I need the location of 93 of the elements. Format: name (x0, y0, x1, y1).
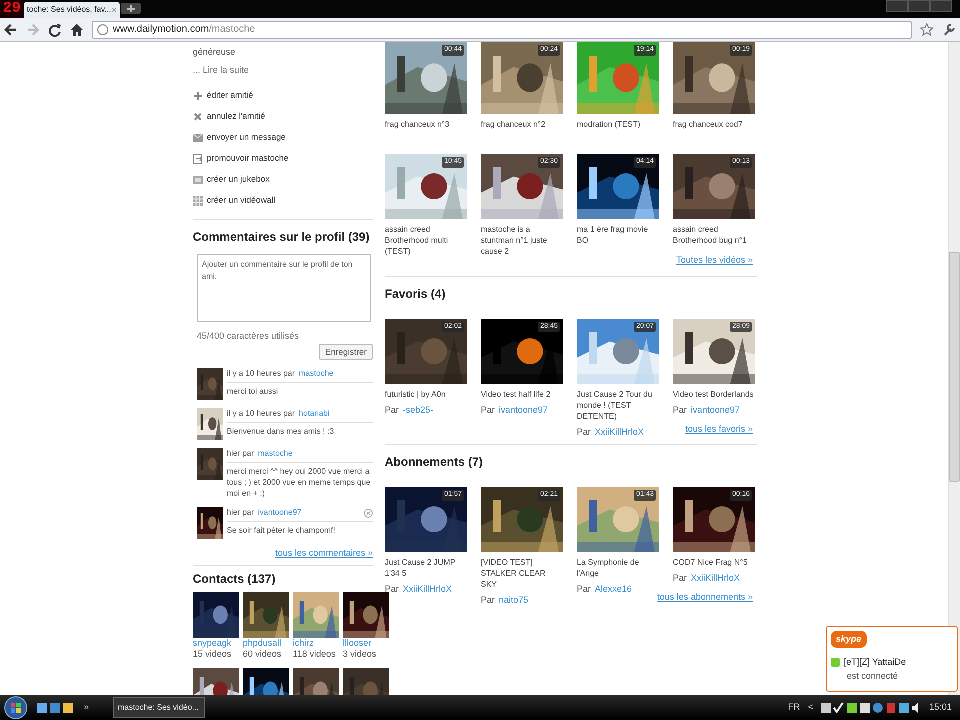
taskbar-button[interactable]: mastoche: Ses vidéo... (113, 697, 206, 718)
author-link[interactable]: hotanabi (299, 408, 330, 420)
video-title[interactable]: frag chanceux n°3 (385, 119, 467, 130)
envelope-icon (193, 132, 203, 142)
by-label: Par (577, 583, 592, 596)
comment-time: il y a 10 heures par (227, 368, 296, 380)
video-title[interactable]: [VIDEO TEST] STALKER CLEAR SKY (481, 557, 563, 590)
by-label: Par (385, 404, 400, 416)
by-label: Par (673, 404, 688, 416)
by-label: Par (481, 404, 496, 416)
video-title[interactable]: ma 1 ère frag movie BO (577, 224, 659, 246)
video-title[interactable]: futuristic | by A0n (385, 388, 467, 400)
wrench-icon[interactable] (942, 22, 956, 36)
save-button[interactable]: Enregistrer (319, 344, 373, 360)
author-link[interactable]: -seb25- (403, 404, 434, 417)
scrollbar[interactable] (948, 42, 960, 695)
action-link[interactable]: créer un vidéowall (207, 194, 276, 207)
language-indicator[interactable]: FR (788, 700, 800, 714)
new-tab-button[interactable] (120, 0, 142, 14)
back-icon[interactable] (4, 22, 18, 36)
video-count: 118 videos (293, 649, 337, 660)
overflow-chevron[interactable]: » (84, 700, 90, 714)
section-heading: Favoris (4) (385, 286, 447, 302)
by-label: Par (673, 572, 688, 585)
scrollbar-thumb[interactable] (949, 252, 960, 482)
comment-field[interactable]: Ajouter un commentaire sur le profil de ton ami. (197, 254, 371, 322)
tray-expand-button[interactable]: < (808, 700, 814, 714)
fps-counter: 29 (0, 0, 24, 18)
video-title[interactable]: Just Cause 2 Tour du monde ! (TEST DETENTE) (577, 388, 659, 422)
all-favorites-link[interactable]: tous les favoris » (685, 424, 753, 434)
video-count: 3 videos (343, 649, 378, 660)
skype-logo: skype (831, 630, 867, 648)
comment-text: merci toi aussi (227, 386, 280, 398)
action-link[interactable]: promouvoir mastoche (207, 152, 289, 165)
browser-tab[interactable]: toche: Ses vidéos, fav...× (24, 2, 120, 18)
contact-name: [eT][Z] YattaiDe (844, 656, 906, 669)
quick-launch-icons-drawing[interactable] (36, 702, 76, 714)
comment-text: Se soir fait péter le champomf! (227, 525, 336, 536)
contact-name[interactable]: ichirz (293, 638, 339, 649)
action-link[interactable]: envoyer un message (207, 131, 286, 144)
video-title[interactable]: assain creed Brotherhood bug n°1 (673, 224, 755, 246)
reload-icon[interactable] (48, 22, 62, 36)
cross-icon (193, 112, 203, 122)
comment-time: hier par (227, 448, 254, 460)
contact-name[interactable]: snypeagk (193, 638, 239, 649)
author-link[interactable]: mastoche (258, 448, 293, 460)
video-title[interactable]: Video test Borderlands (673, 388, 755, 400)
video-title[interactable]: modration (TEST) (577, 119, 659, 130)
author-link[interactable]: ivantoone97 (499, 404, 548, 417)
contact-name[interactable]: phpdusall (243, 638, 289, 649)
home-icon[interactable] (70, 22, 84, 36)
status-text: est connecté (847, 670, 900, 682)
video-title[interactable]: frag chanceux cod7 (673, 119, 755, 130)
contact-name[interactable]: lllooser (343, 638, 389, 649)
video-count: 60 videos (243, 649, 283, 660)
comment-time: il y a 10 heures par (227, 408, 296, 420)
comment-text: Bienvenue dans mes amis ! :3 (227, 426, 336, 438)
author-link[interactable]: naito75 (499, 594, 529, 608)
author-link[interactable]: ivantoone97 (691, 404, 740, 417)
action-link[interactable]: créer un jukebox (207, 173, 270, 186)
grid-icon (193, 196, 203, 206)
video-count: 15 videos (193, 649, 233, 660)
section-heading: Abonnements (7) (385, 454, 484, 471)
author-link[interactable]: Alexxe16 (595, 583, 632, 596)
action-link[interactable]: annulez l'amitié (207, 110, 266, 123)
comment-time: hier par (227, 507, 254, 520)
plus-icon (193, 90, 203, 100)
character-count: 45/400 caractères utilisés (197, 330, 300, 343)
section-heading: Contacts (137) (193, 570, 277, 588)
video-title[interactable]: La Symphonie de l'Ange (577, 557, 659, 579)
address-bar[interactable]: www.dailymotion.com/mastoche (92, 20, 912, 38)
author-link[interactable]: mastoche (299, 368, 334, 380)
page-icon (97, 24, 109, 36)
clock[interactable]: 15:01 (929, 700, 952, 714)
start-button[interactable] (4, 696, 28, 720)
video-title[interactable]: mastoche is a stuntman n°1 juste cause 2 (481, 224, 563, 257)
video-title[interactable]: Just Cause 2 JUMP 1'34 5 (385, 557, 467, 579)
video-title[interactable]: assain creed Brotherhood multi (TEST) (385, 224, 467, 257)
action-link[interactable]: éditer amitié (207, 89, 254, 102)
video-title[interactable]: Video test half life 2 (481, 388, 563, 400)
arrow-page-icon (193, 154, 203, 164)
screen-icon (193, 174, 203, 184)
video-title[interactable]: COD7 Nice Frag N°5 (673, 557, 755, 568)
by-label: Par (577, 426, 592, 438)
read-more-link[interactable]: ... Lire la suite (193, 64, 373, 77)
video-title[interactable]: frag chanceux n°2 (481, 119, 563, 130)
online-status-icon (831, 658, 840, 668)
by-label: Par (481, 594, 496, 607)
by-label: Par (385, 583, 400, 596)
comment-text: merci merci ^^ hey oui 2000 vue merci a tous ; ) et 2000 vue en meme temps que moi en + ;) (227, 466, 372, 500)
star-icon[interactable] (920, 22, 934, 36)
bio-text: généreuse (193, 46, 237, 59)
section-heading: Commentaires sur le profil (39) (193, 229, 371, 246)
